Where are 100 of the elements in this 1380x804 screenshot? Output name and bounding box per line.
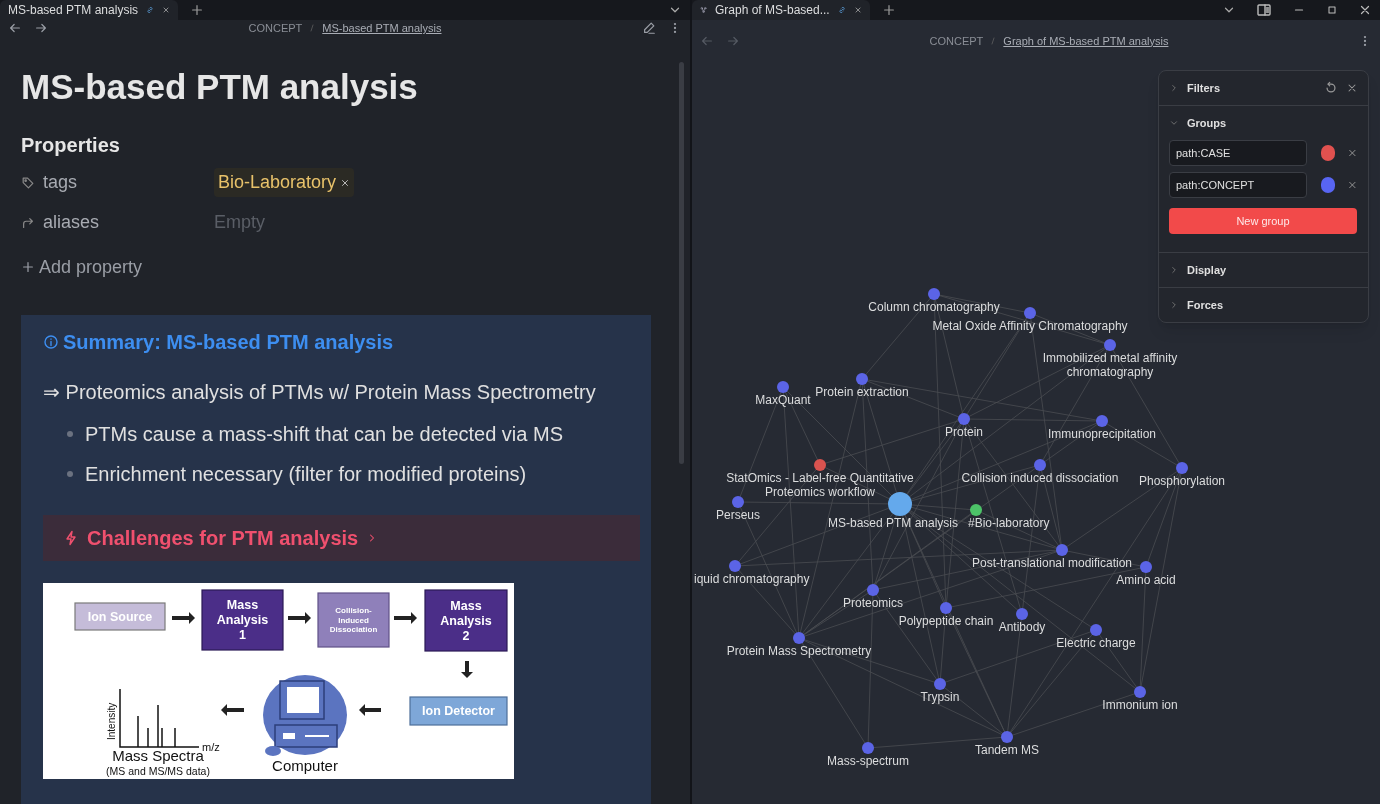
new-tab-icon[interactable] bbox=[190, 3, 204, 17]
node-label: Protein Mass Spectrometry bbox=[726, 644, 872, 658]
axis-label: Intensity bbox=[106, 702, 117, 740]
node-label: Immunoprecipitation bbox=[1047, 427, 1157, 441]
chevron-icon[interactable] bbox=[1169, 265, 1179, 275]
graph-node[interactable] bbox=[1016, 608, 1028, 620]
graph-node[interactable] bbox=[732, 496, 744, 508]
graph-node[interactable] bbox=[777, 381, 789, 393]
edit-icon[interactable] bbox=[642, 21, 656, 36]
arrow-icon bbox=[359, 703, 381, 716]
add-property-button[interactable]: Add property bbox=[21, 253, 143, 281]
callout-text: ⇒ Proteomics analysis of PTMs w/ Protein Mass Spectrometry bbox=[43, 379, 597, 405]
node-label: #Bio-laboratory bbox=[968, 516, 1050, 530]
bullet-text: Enrichment necessary (filter for modified proteins) bbox=[85, 461, 527, 487]
graph-node[interactable] bbox=[928, 288, 940, 300]
graph-node[interactable] bbox=[867, 584, 879, 596]
plus-icon[interactable] bbox=[21, 260, 35, 274]
graph-node[interactable] bbox=[888, 492, 912, 516]
graph-node[interactable] bbox=[970, 504, 982, 516]
graph-node[interactable] bbox=[814, 459, 826, 471]
node-label: StatOmics - Label-free Quantitative Proteomics workflow bbox=[726, 471, 914, 499]
sidebar-toggle-icon[interactable] bbox=[1256, 2, 1272, 18]
color-swatch[interactable] bbox=[1321, 177, 1336, 193]
node-label: Proteomics bbox=[843, 596, 903, 610]
bullet-icon bbox=[67, 470, 73, 477]
close-icon[interactable] bbox=[1346, 82, 1358, 94]
reset-icon[interactable] bbox=[1324, 81, 1338, 95]
graph-node[interactable] bbox=[729, 560, 741, 572]
node-label: Post-translational modification bbox=[971, 556, 1133, 570]
section-header[interactable]: Display bbox=[1169, 261, 1358, 279]
graph-node[interactable] bbox=[856, 373, 868, 385]
tag-icon[interactable] bbox=[21, 175, 35, 190]
nested-callout[interactable]: Challenges for PTM analysis bbox=[43, 514, 640, 561]
node-label: Amino acid bbox=[1116, 573, 1176, 587]
graph-node[interactable] bbox=[940, 602, 952, 614]
breadcrumb-note[interactable]: Graph of MS-based PTM analysis bbox=[1003, 32, 1169, 50]
graph-node[interactable] bbox=[1176, 462, 1188, 474]
node-label: Protein bbox=[945, 425, 983, 439]
graph-node[interactable] bbox=[1134, 686, 1146, 698]
node-label: MS-based PTM analysis bbox=[828, 516, 958, 530]
graph-icon[interactable] bbox=[700, 4, 707, 16]
arrow-icon[interactable] bbox=[21, 215, 35, 230]
graph-node[interactable] bbox=[862, 742, 874, 754]
graph-node[interactable] bbox=[1056, 544, 1068, 556]
graph-node[interactable] bbox=[1034, 459, 1046, 471]
node-label: Trypsin bbox=[920, 690, 960, 704]
node-label: Protein extraction bbox=[815, 385, 909, 399]
node-label: Phosphorylation bbox=[1138, 474, 1226, 488]
property-name: tags bbox=[43, 171, 78, 194]
node-label: Immonium ion bbox=[1102, 698, 1178, 712]
breadcrumb-folder[interactable]: CONCEPT bbox=[248, 20, 303, 37]
graph-node[interactable] bbox=[958, 413, 970, 425]
graph-node[interactable] bbox=[1090, 624, 1102, 636]
node-label: MaxQuant bbox=[755, 393, 811, 407]
tag-chip[interactable]: Bio-Laboratory bbox=[214, 168, 355, 197]
graph-node[interactable] bbox=[1001, 731, 1013, 743]
graph-node[interactable] bbox=[1140, 561, 1152, 573]
chevron-icon[interactable] bbox=[1169, 300, 1179, 310]
breadcrumb-folder[interactable]: CONCEPT bbox=[929, 32, 984, 50]
node-label: Metal Oxide Affinity Chromatography bbox=[932, 319, 1128, 333]
node-label: Polypeptide chain bbox=[898, 614, 994, 628]
maximize-icon[interactable] bbox=[1326, 4, 1338, 16]
callout-title: Summary: MS-based PTM analysis bbox=[63, 329, 394, 355]
diagram-label: Mass Analysis 1 bbox=[216, 597, 269, 642]
diagram-label: Ion Source bbox=[87, 609, 153, 624]
diagram-label: Mass Analysis 2 bbox=[440, 598, 492, 643]
section-header[interactable]: Forces bbox=[1169, 296, 1358, 314]
axis-label: m/z bbox=[202, 740, 220, 753]
section-header[interactable]: Groups bbox=[1169, 114, 1358, 132]
chevron-icon[interactable] bbox=[1169, 118, 1179, 128]
callout-title: Challenges for PTM analysis bbox=[87, 525, 359, 551]
color-swatch[interactable] bbox=[1321, 145, 1336, 161]
graph-node[interactable] bbox=[1104, 339, 1116, 351]
tab-title: Graph of MS-based... bbox=[715, 2, 830, 19]
node-label: Antibody bbox=[998, 620, 1046, 634]
tab[interactable]: Graph of MS-based... bbox=[692, 0, 870, 20]
graph-node[interactable] bbox=[793, 632, 805, 644]
node-label: Mass-spectrum bbox=[827, 754, 909, 768]
graph-node[interactable] bbox=[934, 678, 946, 690]
group-query-field[interactable]: path:CONCEPT bbox=[1169, 172, 1307, 198]
diagram-label: Ion Detector bbox=[422, 703, 495, 718]
arrow-icon bbox=[172, 611, 195, 624]
section-header[interactable]: Filters bbox=[1169, 79, 1316, 97]
scrollbar[interactable] bbox=[679, 62, 684, 464]
diagram-label: Collision- Induced Dissociation bbox=[329, 605, 378, 634]
breadcrumb-note[interactable]: MS-based PTM analysis bbox=[322, 20, 442, 37]
tab[interactable]: MS-based PTM analysis bbox=[0, 0, 178, 20]
close-icon[interactable] bbox=[1358, 3, 1372, 17]
node-label: Electric charge bbox=[1056, 636, 1136, 650]
node-label: Perseus bbox=[716, 508, 760, 522]
group-query-field[interactable]: path:CASE bbox=[1169, 140, 1307, 166]
graph-node[interactable] bbox=[1096, 415, 1108, 427]
chevron-icon[interactable] bbox=[1169, 83, 1179, 93]
remove-icon[interactable] bbox=[340, 177, 351, 188]
bullet-icon bbox=[67, 430, 73, 437]
info-icon[interactable] bbox=[43, 333, 59, 350]
arrow-icon bbox=[461, 660, 473, 678]
arrow-icon bbox=[221, 703, 244, 716]
graph-node[interactable] bbox=[1024, 307, 1036, 319]
new-tab-icon[interactable] bbox=[882, 3, 896, 17]
